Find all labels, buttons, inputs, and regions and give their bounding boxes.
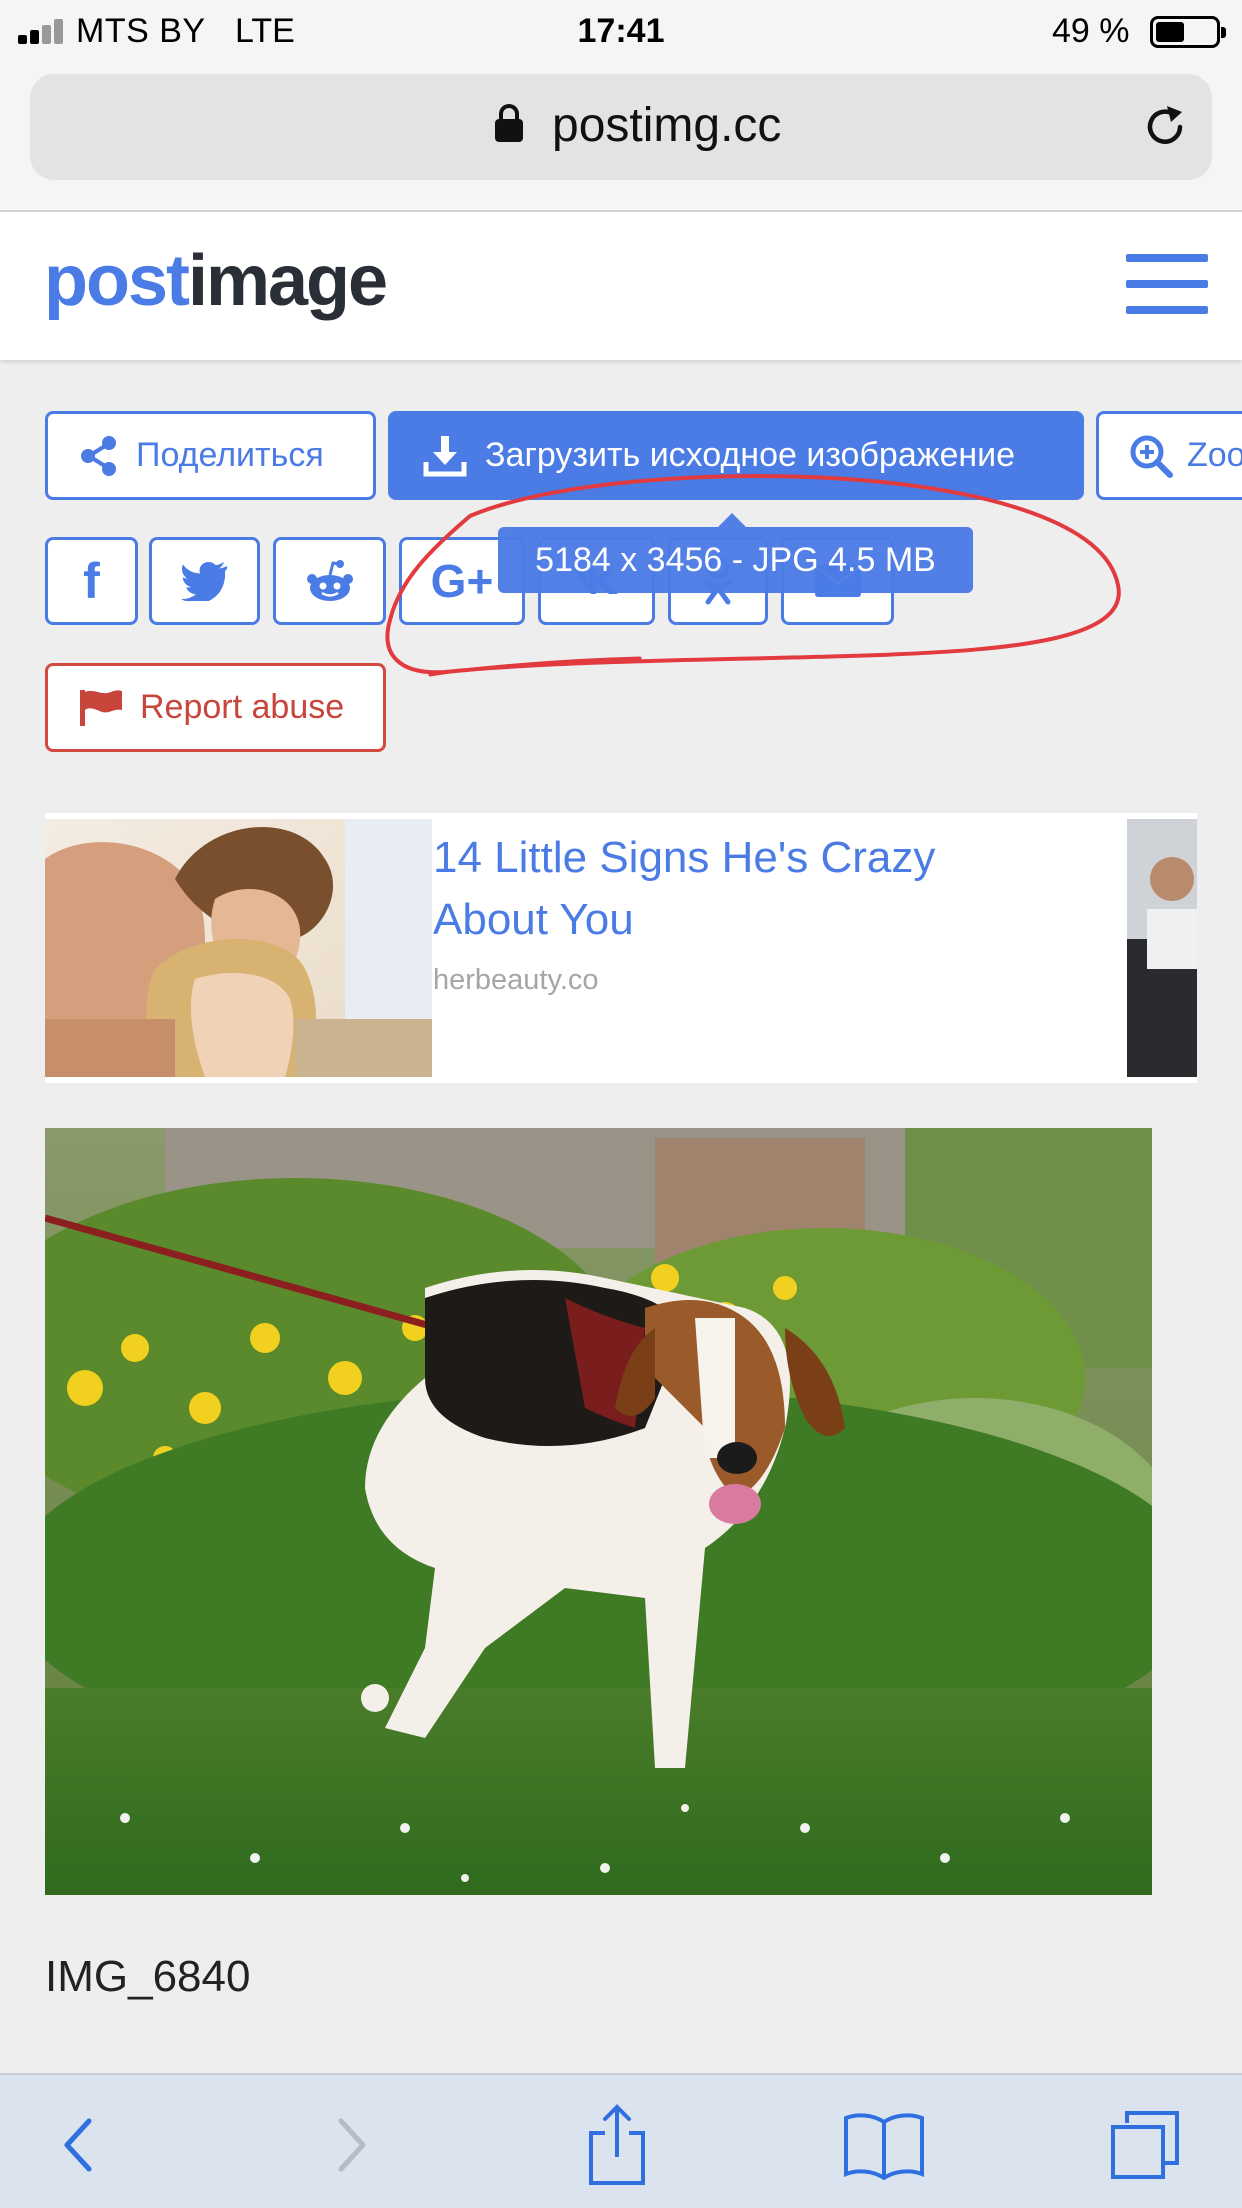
download-original-button[interactable]: Загрузить исходное изображение (388, 411, 1084, 500)
share-sheet-icon (589, 2104, 645, 2185)
back-button[interactable] (32, 2105, 122, 2185)
lock-icon (495, 104, 523, 144)
tabs-icon (1111, 2111, 1179, 2179)
facebook-share-button[interactable]: f (45, 537, 138, 625)
google-plus-icon: G+ (430, 555, 494, 607)
url-text: postimg.cc (552, 99, 782, 152)
forward-button[interactable] (308, 2105, 398, 2185)
reddit-icon (306, 560, 353, 601)
ad-image-secondary[interactable] (1127, 819, 1197, 1077)
download-icon (423, 435, 467, 476)
url-field[interactable]: postimg.cc (30, 74, 1212, 180)
reload-icon[interactable] (1140, 102, 1190, 152)
browser-address-area: postimg.cc (0, 62, 1242, 212)
facebook-icon: f (83, 553, 100, 609)
uploaded-image[interactable] (45, 1128, 1152, 1895)
tabs-button[interactable] (1100, 2105, 1190, 2185)
battery-icon (1150, 16, 1226, 48)
page: MTS BY LTE 17:41 49 % postimg.cc postima… (0, 0, 1242, 2208)
battery-percent: 49 % (1052, 12, 1130, 50)
chevron-left-icon (64, 2118, 92, 2172)
image-caption: IMG_6840 (45, 1952, 251, 2001)
ad-title[interactable]: 14 Little Signs He's Crazy About You (433, 827, 993, 951)
logo-part-post: post (44, 241, 190, 321)
bookmarks-book-icon (844, 2113, 924, 2180)
flag-icon (80, 689, 122, 726)
zoom-button[interactable]: Zoom (1096, 411, 1242, 500)
zoom-in-icon (1130, 435, 1173, 478)
status-bar: MTS BY LTE 17:41 49 % (0, 0, 1242, 62)
ad-image[interactable] (45, 819, 432, 1077)
chevron-right-icon (338, 2118, 366, 2172)
report-abuse-button[interactable]: Report abuse (45, 663, 386, 752)
zoom-label: Zoom (1187, 436, 1242, 474)
share-label: Поделиться (136, 436, 324, 474)
site-logo[interactable]: postimage (44, 240, 388, 322)
share-sheet-button[interactable] (572, 2104, 662, 2185)
image-size-tooltip: 5184 x 3456 - JPG 4.5 MB (498, 513, 973, 593)
report-abuse-label: Report abuse (140, 688, 345, 726)
browser-toolbar (0, 2073, 1242, 2208)
twitter-share-button[interactable] (149, 537, 260, 625)
logo-part-image: image (187, 241, 388, 321)
reddit-share-button[interactable] (273, 537, 386, 625)
share-button[interactable]: Поделиться (45, 411, 376, 500)
ad-block[interactable]: 14 Little Signs He's Crazy About You her… (45, 813, 1197, 1083)
share-icon (81, 435, 116, 476)
bookmarks-button[interactable] (836, 2105, 932, 2185)
ad-source: herbeauty.co (433, 964, 599, 996)
download-label: Загрузить исходное изображение (485, 436, 1016, 474)
site-header: postimage (0, 212, 1242, 360)
menu-icon[interactable] (1126, 254, 1208, 314)
twitter-icon (180, 562, 227, 601)
